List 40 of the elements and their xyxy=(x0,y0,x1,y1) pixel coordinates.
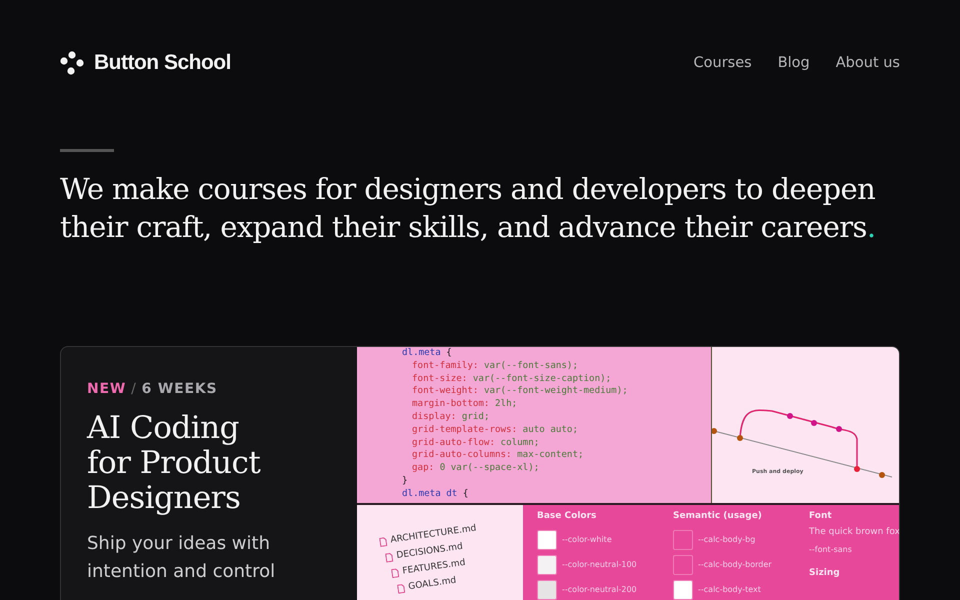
intro-text: We make courses for designers and developers to deepen their craft, expand their skills, and advance their careers. xyxy=(60,171,876,246)
duration-text: 6 WEEKS xyxy=(142,381,218,397)
code-line: } xyxy=(402,474,409,488)
column-heading: Base Colors xyxy=(537,511,598,521)
nav-link[interactable]: About us xyxy=(836,55,900,71)
token-name: --calc-body-text xyxy=(698,585,761,594)
token-name: --color-white xyxy=(562,535,612,544)
token-name: --font-sans xyxy=(809,545,853,554)
code-line: font-family: var(--font-sans); xyxy=(411,360,579,373)
token-name: --calc-body-border xyxy=(698,560,772,569)
code-line: grid-auto-columns: max-content; xyxy=(411,449,585,462)
nav-link[interactable]: Blog xyxy=(778,55,810,71)
code-line: display: grid; xyxy=(411,410,490,424)
code-line: font-weight: var(--font-weight-medium); xyxy=(411,385,629,398)
separator-text: / xyxy=(131,381,137,397)
code-line: grid-auto-flow: column; xyxy=(411,436,540,450)
file-icon xyxy=(385,552,394,562)
column-heading: Semantic (usage) xyxy=(673,511,763,521)
logo-icon xyxy=(60,51,84,75)
token-name: --color-neutral-200 xyxy=(562,585,637,594)
token-name: --color-neutral-100 xyxy=(562,560,637,569)
course-subtitle: Ship your ideas with intention and control xyxy=(87,532,276,584)
code-line: font-size: var(--font-size-caption); xyxy=(411,372,612,386)
file-icon xyxy=(379,536,388,546)
file-name[interactable]: GOALS.md xyxy=(408,576,457,592)
nav-link[interactable]: Courses xyxy=(694,55,752,71)
file-icon xyxy=(396,583,406,594)
code-line: margin-bottom: 2lh; xyxy=(411,398,518,411)
new-label: NEW xyxy=(87,381,126,397)
column-heading: Sizing xyxy=(809,568,841,578)
token-name: --calc-body-bg xyxy=(698,535,756,544)
column-heading: Font xyxy=(809,511,833,521)
course-card[interactable] xyxy=(60,346,900,600)
code-line: grid-template-rows: auto auto; xyxy=(411,424,579,437)
code-line: dl.meta dt { xyxy=(402,488,470,501)
code-line: gap: 0 var(--space-xl); xyxy=(411,462,540,475)
course-title: AI Coding for Product Designers xyxy=(87,411,262,516)
logo-text[interactable]: Button School xyxy=(94,51,231,75)
code-line: dl.meta { xyxy=(402,347,453,360)
file-icon xyxy=(391,568,400,578)
